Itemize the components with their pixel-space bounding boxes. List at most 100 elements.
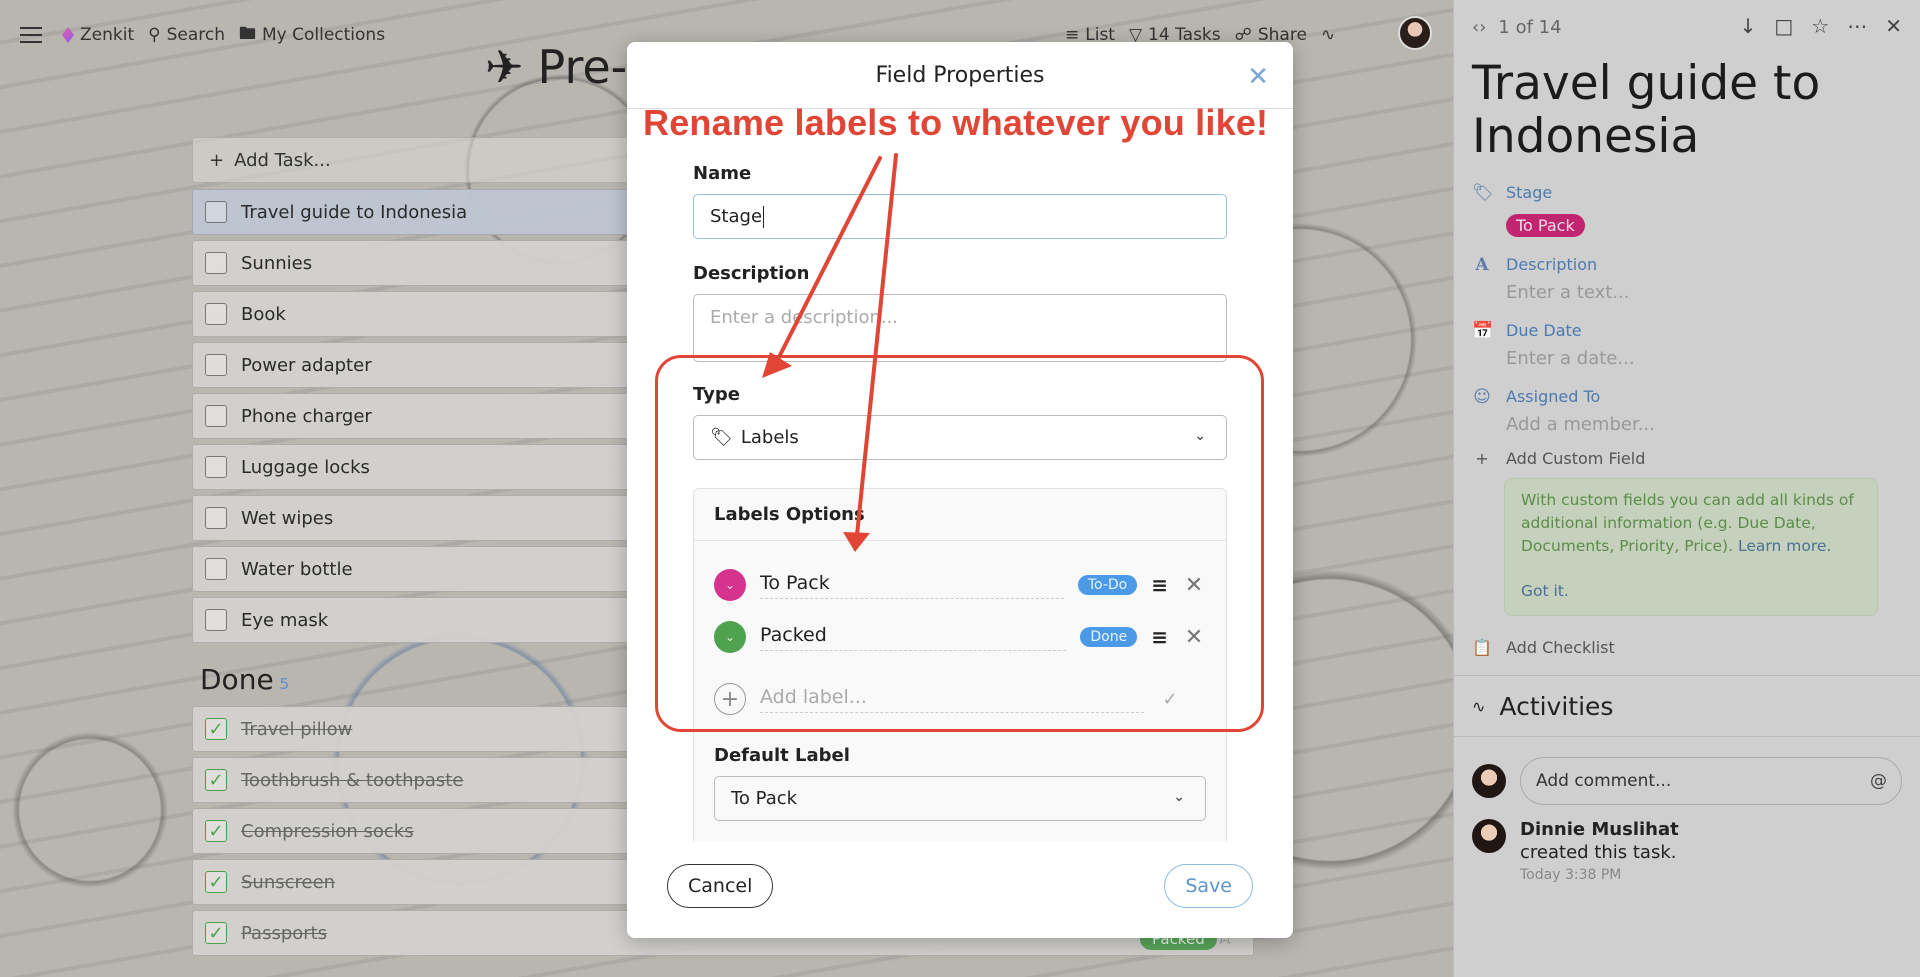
field-name: Due Date [1506,321,1582,340]
task-checkbox-checked[interactable]: ✓ [205,820,227,842]
task-checkbox[interactable] [205,405,227,427]
label-status-badge[interactable]: To-Do [1077,575,1138,595]
task-checkbox[interactable] [205,456,227,478]
task-checkbox[interactable] [205,609,227,631]
my-collections-button[interactable]: 🖿 My Collections [239,21,385,50]
star-icon[interactable]: ☆ [1811,14,1829,38]
person-icon: ☺ [1473,387,1491,407]
field-placeholder[interactable]: Enter a text... [1506,282,1629,303]
task-label: Toothbrush & toothpaste [241,769,464,791]
learn-more-link[interactable]: Learn more. [1738,537,1831,555]
task-label: Wet wipes [241,507,334,529]
text-icon: A [1475,255,1489,275]
got-it-link[interactable]: Got it. [1521,580,1861,603]
add-checklist-button[interactable]: 📋 Add Checklist [1472,638,1902,657]
task-checkbox[interactable] [205,303,227,325]
label-color-picker[interactable]: ⌄ [714,569,746,601]
field-description[interactable]: A Description Enter a text... [1472,255,1902,303]
activities-header: ∿ Activities [1454,675,1920,737]
activity-icon[interactable]: ∿ [1321,25,1335,45]
add-label-row: + Add label... ✓ [714,673,1206,725]
panel-toolbar: ‹› 1 of 14 ↓ □ ☆ ⋯ ✕ [1454,0,1920,55]
custom-fields-hint: With custom fields you can add all kinds… [1504,478,1878,616]
task-checkbox-checked[interactable]: ✓ [205,922,227,944]
default-label-title: Default Label [714,745,850,766]
field-placeholder[interactable]: Enter a date... [1506,348,1635,369]
labels-options-title: Labels Options [694,489,1226,541]
task-label: Power adapter [241,354,372,376]
task-label: Passports [241,922,328,944]
tag-icon: 🏷 [710,427,733,448]
add-label-input[interactable]: Add label... [760,686,1144,713]
add-custom-field-button[interactable]: + Add Custom Field [1472,449,1902,468]
label-option-row: ⌄ To Pack To-Do ≡ ✕ [714,559,1206,611]
add-label-icon[interactable]: + [714,683,746,715]
comment-input[interactable]: Add comment... @ [1520,757,1902,805]
label-name-input[interactable]: Packed [760,624,1067,651]
labels-options-panel: Labels Options ⌄ To Pack To-Do ≡ ✕ ⌄ Packed Don… [693,488,1227,842]
task-label: Luggage locks [241,456,370,478]
field-due-date[interactable]: 📅 Due Date Enter a date... [1472,321,1902,369]
field-stage[interactable]: 🏷 Stage To Pack [1472,183,1902,237]
type-label: Type [693,384,740,405]
task-checkbox[interactable] [205,252,227,274]
name-input[interactable]: Stage [693,194,1227,239]
task-checkbox[interactable] [205,558,227,580]
user-avatar[interactable] [1398,16,1432,50]
done-group-count: 5 [279,675,290,693]
task-title[interactable]: Travel guide to Indonesia [1454,57,1920,163]
stage-label-badge[interactable]: To Pack [1506,214,1585,237]
mention-icon[interactable]: @ [1870,771,1887,791]
comment-placeholder: Add comment... [1536,771,1672,791]
prev-next-icon[interactable]: ‹› [1472,17,1486,38]
search-label: Search [166,25,225,45]
expand-icon[interactable]: □ [1774,14,1793,38]
cancel-button[interactable]: Cancel [667,864,774,908]
name-input-value: Stage [710,206,763,227]
task-label: Sunnies [241,252,313,274]
avatar [1472,764,1506,798]
remove-label-icon[interactable]: ✕ [1182,573,1206,598]
task-checkbox[interactable] [205,354,227,376]
more-icon[interactable]: ⋯ [1847,14,1867,38]
label-color-picker[interactable]: ⌄ [714,621,746,653]
task-checkbox-checked[interactable]: ✓ [205,871,227,893]
task-label: Compression socks [241,820,414,842]
label-name-input[interactable]: To Pack [760,572,1064,599]
modal-body[interactable]: Name Stage Description Enter a descripti… [693,109,1227,842]
description-placeholder: Enter a description... [710,307,899,328]
add-task-label: Add Task... [234,149,331,171]
menu-icon[interactable] [20,27,42,43]
modal-title: Field Properties [875,62,1045,88]
activity-user: Dinnie Muslihat [1520,819,1679,840]
remove-label-icon[interactable]: ✕ [1182,625,1206,650]
task-checkbox[interactable] [205,201,227,223]
activity-time: Today 3:38 PM [1520,867,1622,883]
default-label-select[interactable]: To Pack ⌄ [714,776,1206,821]
task-label: Water bottle [241,558,353,580]
save-button[interactable]: Save [1164,864,1253,908]
description-input[interactable]: Enter a description... [693,294,1227,362]
tag-icon: 🏷 [1472,183,1494,203]
drag-handle-icon[interactable]: ≡ [1151,625,1168,649]
task-checkbox-checked[interactable]: ✓ [205,718,227,740]
field-placeholder[interactable]: Add a member... [1506,414,1655,435]
type-select[interactable]: 🏷 Labels ⌄ [693,415,1227,460]
task-fields: 🏷 Stage To Pack A Description Enter a te… [1454,163,1920,657]
app-logo-link[interactable]: Zenkit [62,25,134,45]
drag-handle-icon[interactable]: ≡ [1151,573,1168,597]
arrow-down-icon[interactable]: ↓ [1740,14,1757,38]
task-checkbox[interactable] [205,507,227,529]
activity-text: created this task. [1520,842,1677,863]
field-assigned-to[interactable]: ☺ Assigned To Add a member... [1472,387,1902,435]
search-button[interactable]: ⚲ Search [148,25,225,45]
confirm-check-icon[interactable]: ✓ [1158,689,1182,710]
activity-item: Dinnie Muslihat created this task. Today… [1454,805,1920,897]
close-icon[interactable]: ✕ [1247,62,1269,92]
modal-header: Field Properties ✕ [627,42,1293,109]
task-label: Phone charger [241,405,372,427]
task-checkbox-checked[interactable]: ✓ [205,769,227,791]
close-icon[interactable]: ✕ [1885,14,1902,38]
label-status-badge[interactable]: Done [1080,627,1138,647]
comment-row: Add comment... @ [1454,737,1920,805]
